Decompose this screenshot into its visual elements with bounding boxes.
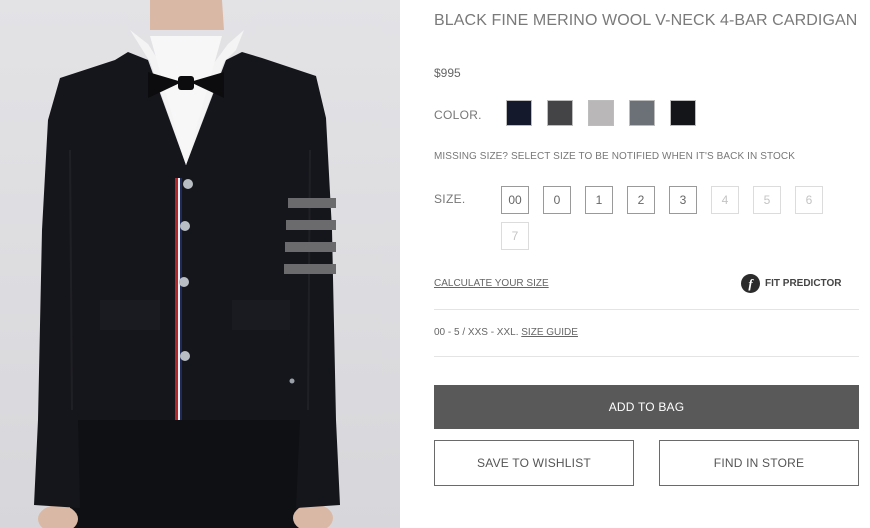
size-option-3[interactable]: 3 [669, 186, 697, 214]
color-label: COLOR. [434, 108, 482, 122]
product-price: $995 [434, 66, 461, 80]
divider [434, 309, 859, 310]
fit-predictor-icon: f [741, 274, 760, 293]
cardigan-illustration [34, 0, 340, 528]
color-swatch-medium-grey[interactable] [629, 100, 655, 126]
size-options: 00 0 1 2 3 4 5 6 7 [501, 186, 841, 258]
product-title: BLACK FINE MERINO WOOL V-NECK 4-BAR CARD… [434, 12, 858, 29]
size-option-7[interactable]: 7 [501, 222, 529, 250]
add-to-bag-button[interactable]: ADD TO BAG [434, 385, 859, 429]
fit-predictor-label: FIT PREDICTOR [765, 278, 842, 289]
calculate-size-link[interactable]: CALCULATE YOUR SIZE [434, 278, 549, 289]
size-option-00[interactable]: 00 [501, 186, 529, 214]
size-range-text: 00 - 5 / XXS - XXL. [434, 327, 519, 338]
product-details: BLACK FINE MERINO WOOL V-NECK 4-BAR CARD… [434, 0, 859, 528]
size-label: SIZE. [434, 192, 466, 206]
size-guide-link[interactable]: SIZE GUIDE [521, 327, 578, 338]
size-option-2[interactable]: 2 [627, 186, 655, 214]
size-option-1[interactable]: 1 [585, 186, 613, 214]
save-to-wishlist-button[interactable]: SAVE TO WISHLIST [434, 440, 634, 486]
missing-size-notice: MISSING SIZE? SELECT SIZE TO BE NOTIFIED… [434, 151, 795, 162]
size-range: 00 - 5 / XXS - XXL. SIZE GUIDE [434, 327, 578, 338]
fit-predictor-button[interactable]: f FIT PREDICTOR [741, 274, 841, 293]
color-swatches [506, 100, 711, 126]
find-in-store-button[interactable]: FIND IN STORE [659, 440, 859, 486]
color-swatch-dark-grey[interactable] [547, 100, 573, 126]
size-option-5[interactable]: 5 [753, 186, 781, 214]
color-swatch-black[interactable] [670, 100, 696, 126]
size-option-6[interactable]: 6 [795, 186, 823, 214]
size-option-0[interactable]: 0 [543, 186, 571, 214]
color-swatch-light-grey[interactable] [588, 100, 614, 126]
color-swatch-navy[interactable] [506, 100, 532, 126]
divider [434, 356, 859, 357]
product-image[interactable] [0, 0, 400, 528]
size-option-4[interactable]: 4 [711, 186, 739, 214]
